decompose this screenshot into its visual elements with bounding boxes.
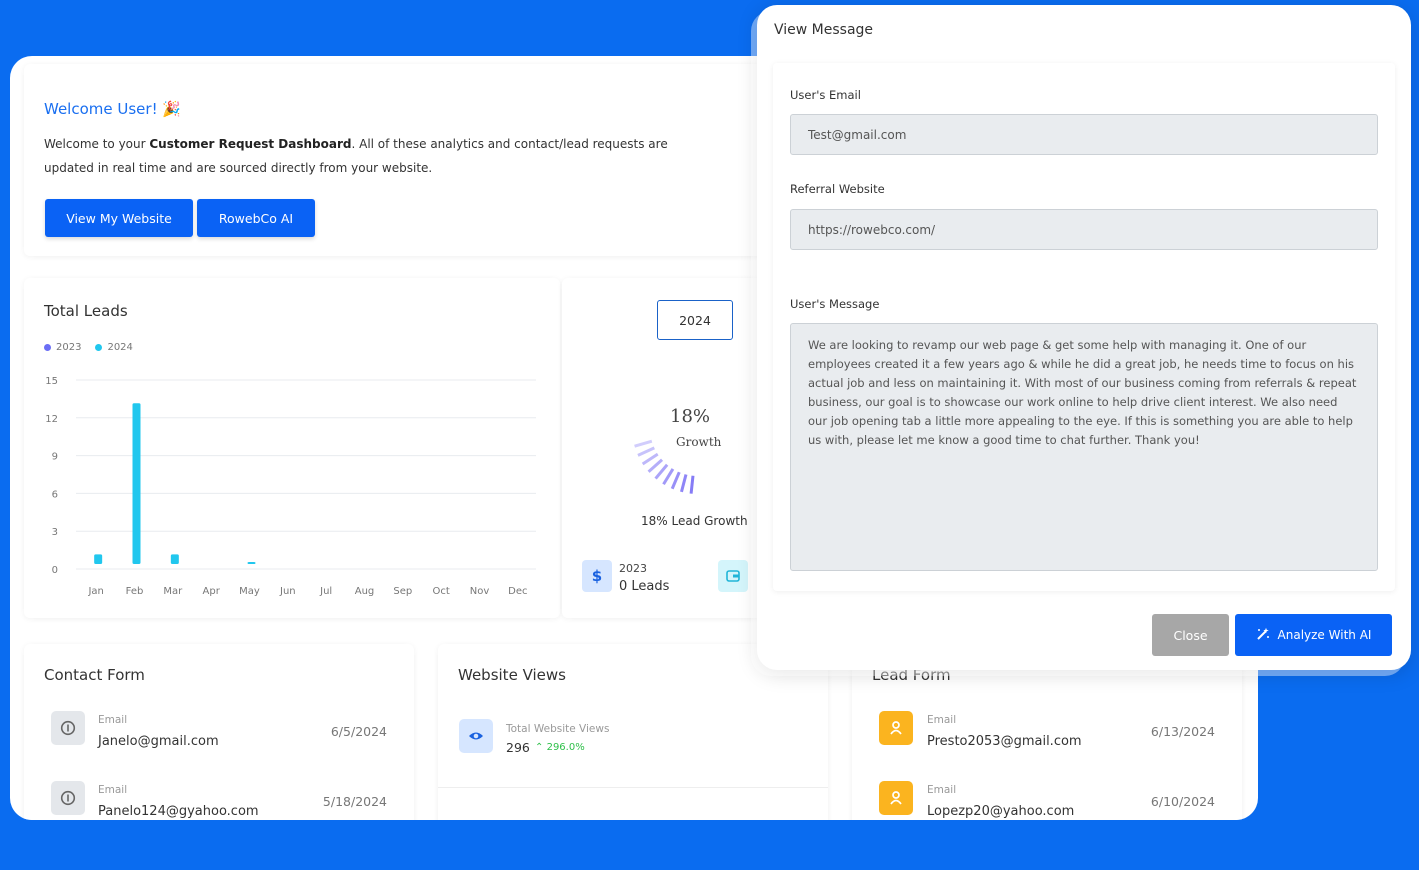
- gauge-tick: [654, 463, 669, 480]
- x-tick-label: Jul: [319, 586, 332, 597]
- dollar-icon: $: [582, 560, 612, 592]
- gauge-tick: [689, 475, 695, 494]
- y-tick-label: 15: [45, 376, 58, 387]
- message-textarea[interactable]: We are looking to revamp our web page & …: [790, 323, 1378, 571]
- gauge-tick: [637, 446, 655, 457]
- x-tick-label: Nov: [470, 586, 490, 597]
- growth-percent: 18%: [670, 406, 711, 427]
- bar-2024-May[interactable]: [247, 561, 256, 564]
- wallet-icon: [718, 560, 748, 592]
- lead-row-label: Email: [927, 784, 957, 796]
- lead-growth-summary: 18% Lead Growth: [641, 514, 748, 528]
- party-icon: 🎉: [162, 100, 182, 118]
- eye-icon: [459, 719, 493, 753]
- magic-wand-icon: [1256, 627, 1270, 644]
- total-leads-card: Total Leads 2023 2024 0 3 6 9 12 15 Jan Feb Mar A…: [24, 278, 560, 618]
- year-selector[interactable]: 2024: [657, 300, 733, 340]
- lead-row-date: 6/13/2024: [1150, 724, 1215, 739]
- leads-bar-chart: 0 3 6 9 12 15 Jan Feb Mar Apr May Jun Jul Aug Sep Oct No…: [45, 376, 536, 597]
- contact-row-email[interactable]: Janelo@gmail.com: [98, 734, 219, 749]
- message-label: User's Message: [790, 297, 880, 311]
- y-tick-label: 12: [45, 414, 58, 425]
- gauge-tick: [641, 452, 659, 466]
- views-value: 296: [506, 740, 530, 755]
- modal-title: View Message: [774, 22, 874, 38]
- x-tick-label: Apr: [203, 586, 221, 597]
- website-views-title: Website Views: [458, 666, 566, 684]
- rowebco-ai-button[interactable]: RowebCo AI: [197, 199, 315, 237]
- stat-year: 2023: [619, 562, 647, 575]
- view-website-button[interactable]: View My Website: [45, 199, 193, 237]
- welcome-intro: Welcome to your Customer Request Dashboa…: [44, 137, 668, 175]
- x-tick-label: Aug: [355, 586, 375, 597]
- bar-2024-Mar[interactable]: [170, 554, 179, 564]
- referral-label: Referral Website: [790, 182, 885, 196]
- legend-item-2023: 2023: [44, 342, 81, 353]
- info-icon: [51, 711, 85, 745]
- y-tick-label: 3: [52, 527, 58, 538]
- gauge-tick: [647, 458, 664, 473]
- chart-legend: 2023 2024: [44, 342, 133, 353]
- divider: [438, 787, 828, 788]
- gauge-tick: [634, 439, 653, 448]
- x-tick-label: Feb: [126, 586, 144, 597]
- welcome-card: Welcome User! 🎉 Welcome to your Customer…: [24, 64, 784, 256]
- legend-item-2024: 2024: [95, 342, 133, 353]
- user-icon: [879, 711, 913, 745]
- contact-form-card: Contact Form Email Janelo@gmail.com 6/5/…: [24, 644, 414, 820]
- stat-value: 0 Leads: [619, 579, 670, 594]
- leads-title: Total Leads: [44, 302, 128, 320]
- user-icon: [879, 781, 913, 815]
- y-tick-label: 0: [52, 565, 58, 576]
- lead-row-date: 6/10/2024: [1150, 794, 1215, 809]
- contact-row-label: Email: [98, 714, 128, 726]
- gauge-tick: [662, 468, 675, 486]
- website-views-card: Website Views Total Website Views 296 ⌃ …: [438, 644, 828, 820]
- y-tick-label: 6: [52, 489, 58, 500]
- analyze-with-ai-button[interactable]: Analyze With AI: [1235, 614, 1392, 656]
- gauge-tick: [680, 474, 688, 493]
- lead-form-card: Lead Form Email Presto2053@gmail.com 6/1…: [852, 644, 1242, 820]
- x-tick-label: Sep: [393, 586, 412, 597]
- growth-radial-gauge: [634, 439, 695, 494]
- modal-body: User's Email Test@gmail.com Referral Web…: [773, 63, 1395, 591]
- contact-row-email[interactable]: Panelo124@gyahoo.com: [98, 804, 259, 819]
- x-tick-label: May: [239, 586, 260, 597]
- bar-2024-Feb[interactable]: [132, 403, 141, 564]
- contact-row-date: 6/5/2024: [330, 724, 387, 739]
- view-message-modal: View Message User's Email Test@gmail.com…: [757, 5, 1411, 670]
- lead-row-label: Email: [927, 714, 957, 726]
- x-tick-label: Mar: [163, 586, 183, 597]
- growth-label: Growth: [676, 435, 722, 449]
- info-icon: [51, 781, 85, 815]
- bar-2024-Jan[interactable]: [94, 554, 103, 564]
- views-label: Total Website Views: [506, 723, 610, 735]
- close-button[interactable]: Close: [1152, 614, 1229, 656]
- welcome-title: Welcome User! 🎉: [44, 100, 182, 118]
- x-tick-label: Jan: [87, 586, 103, 597]
- email-field[interactable]: Test@gmail.com: [790, 114, 1378, 155]
- lead-row-email[interactable]: Lopezp20@yahoo.com: [927, 804, 1074, 819]
- x-tick-label: Dec: [508, 586, 527, 597]
- gauge-tick: [670, 471, 681, 490]
- lead-row-email[interactable]: Presto2053@gmail.com: [927, 734, 1082, 749]
- referral-field[interactable]: https://rowebco.com/: [790, 209, 1378, 250]
- contact-row-label: Email: [98, 784, 128, 796]
- y-tick-label: 9: [52, 452, 58, 463]
- contact-row-date: 5/18/2024: [322, 794, 387, 809]
- arrow-up-icon: ⌃: [535, 742, 544, 753]
- x-tick-label: Jun: [279, 586, 296, 597]
- views-change: ⌃ 296.0%: [535, 742, 585, 753]
- contact-form-title: Contact Form: [44, 666, 145, 684]
- email-label: User's Email: [790, 88, 861, 102]
- growth-card: 2024 18% Growth 18% Lead Growth $ 2023 0…: [562, 278, 762, 618]
- x-tick-label: Oct: [433, 586, 450, 597]
